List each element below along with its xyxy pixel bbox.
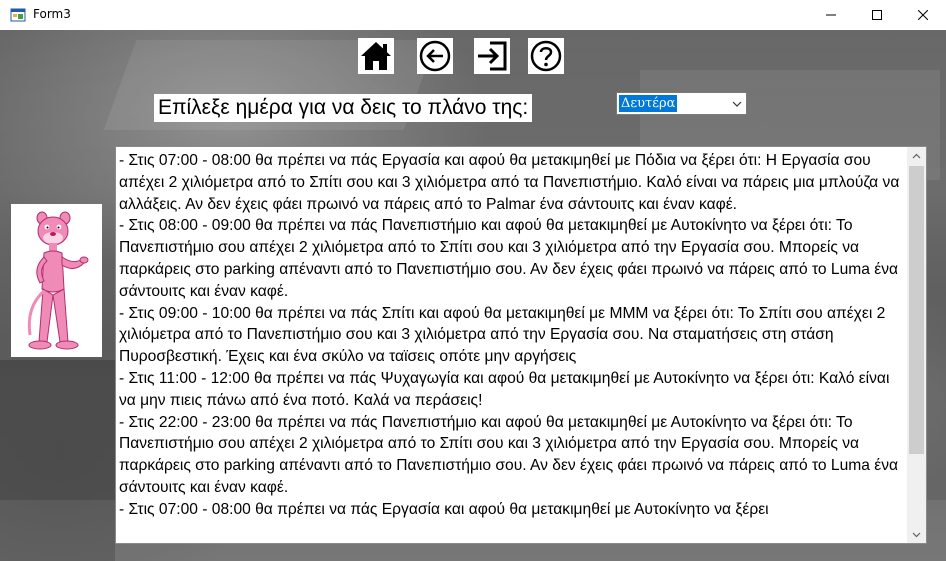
sign-in-icon <box>478 41 507 71</box>
form-client-area: Επίλεξε ημέρα για να δεις το πλάνο της: … <box>0 30 946 561</box>
close-button[interactable] <box>900 0 946 30</box>
chevron-down-icon <box>912 532 921 537</box>
arrow-left-circle-icon <box>419 40 451 72</box>
scroll-down-button[interactable] <box>907 526 926 543</box>
maximize-icon <box>872 10 882 20</box>
chevron-up-icon <box>912 153 921 158</box>
chevron-down-icon <box>732 101 742 107</box>
day-select[interactable]: Δευτέρα <box>616 92 747 115</box>
scroll-thumb[interactable] <box>909 166 924 454</box>
pink-panther-image <box>27 211 88 349</box>
minimize-button[interactable] <box>808 0 854 30</box>
home-button[interactable] <box>358 38 394 74</box>
plan-text: - Στις 07:00 - 08:00 θα πρέπει να πάς Ερ… <box>119 152 900 518</box>
title-bar: Form3 <box>0 0 946 30</box>
day-prompt-label: Επίλεξε ημέρα για να δεις το πλάνο της: <box>154 94 533 122</box>
question-circle-icon <box>530 40 562 72</box>
vertical-scrollbar[interactable] <box>907 147 926 543</box>
scroll-up-button[interactable] <box>907 147 926 164</box>
home-icon <box>361 42 391 70</box>
app-icon <box>10 8 26 22</box>
help-button[interactable] <box>528 38 564 74</box>
maximize-button[interactable] <box>854 0 900 30</box>
back-button[interactable] <box>417 38 453 74</box>
window-title: Form3 <box>33 7 71 21</box>
minimize-icon <box>826 14 836 16</box>
exit-button[interactable] <box>474 38 510 74</box>
day-select-value: Δευτέρα <box>619 95 678 112</box>
plan-textbox[interactable]: - Στις 07:00 - 08:00 θα πρέπει να πάς Ερ… <box>115 146 927 544</box>
pink-panther-avatar <box>11 204 102 357</box>
close-icon <box>918 10 928 20</box>
